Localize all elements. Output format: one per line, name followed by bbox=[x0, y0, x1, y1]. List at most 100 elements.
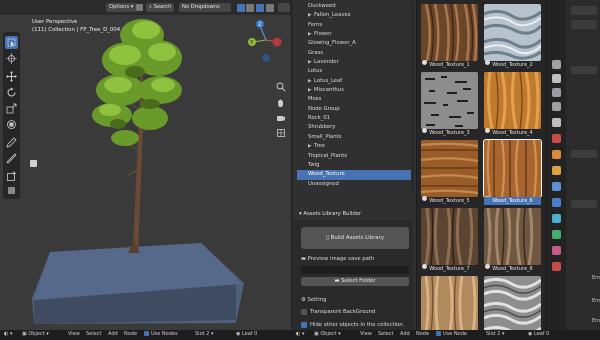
properties-search-field[interactable] bbox=[571, 6, 597, 15]
node-menu[interactable]: Node bbox=[416, 330, 429, 338]
checkbox-unchecked[interactable] bbox=[301, 308, 307, 315]
list-item[interactable]: Twig bbox=[297, 161, 414, 170]
thumbnail-wood-texture-2[interactable]: Wood_Texture_2 bbox=[482, 2, 542, 68]
settings-icon[interactable] bbox=[266, 4, 274, 12]
list-item[interactable]: Tropical_Plants bbox=[297, 152, 414, 161]
build-assets-library-button[interactable]: ▯ Build Assets Library bbox=[301, 227, 409, 249]
scene-tab-icon[interactable] bbox=[552, 118, 561, 127]
list-item[interactable]: ▶ Tree bbox=[297, 142, 414, 151]
select-menu[interactable]: Select bbox=[378, 330, 393, 338]
expand-arrow-icon[interactable]: ▶ bbox=[308, 86, 312, 95]
slot-dropdown[interactable]: Slot 2 ▾ bbox=[486, 330, 504, 338]
view-layer-tab-icon[interactable] bbox=[552, 102, 561, 111]
checkbox-checked[interactable] bbox=[436, 331, 441, 336]
thumbnail-wood-texture-7[interactable]: Wood_Texture_7 bbox=[419, 206, 479, 272]
list-item[interactable]: ▶ Miscanthus bbox=[297, 86, 414, 95]
material-tab-icon[interactable] bbox=[552, 246, 561, 255]
thumbnail-wood-texture-6[interactable]: Wood_Texture_6 bbox=[482, 138, 542, 205]
thumbnail-wood-texture-5[interactable]: Wood_Texture_5 bbox=[419, 138, 479, 204]
properties-field[interactable] bbox=[571, 20, 597, 29]
expand-arrow-icon[interactable]: ▶ bbox=[308, 77, 312, 86]
zoom-icon[interactable] bbox=[276, 82, 286, 92]
select-menu[interactable]: Select bbox=[86, 330, 101, 338]
thumbnail-wood-texture-3[interactable]: Wood_Texture_3 bbox=[419, 70, 479, 136]
list-item[interactable]: Moss bbox=[297, 95, 414, 104]
use-nodes-toggle[interactable]: Use Nodes bbox=[144, 330, 178, 338]
preview-path-field[interactable] bbox=[301, 266, 409, 274]
extra-tool[interactable] bbox=[5, 184, 18, 197]
camera-icon[interactable] bbox=[276, 113, 286, 123]
properties-field[interactable] bbox=[571, 200, 597, 208]
properties-field[interactable] bbox=[571, 150, 597, 158]
slot-dropdown[interactable]: Slot 2 ▾ bbox=[195, 330, 213, 338]
object-tab-icon[interactable] bbox=[552, 150, 561, 159]
list-item[interactable]: Rock_01 bbox=[297, 114, 414, 123]
physics-tab-icon[interactable] bbox=[552, 198, 561, 207]
thumbnail-wood-texture-1[interactable]: Wood_Texture_1 bbox=[419, 2, 479, 68]
leaf-selector[interactable]: ◉ Leaf 0 bbox=[528, 330, 549, 338]
scale-tool[interactable] bbox=[5, 102, 18, 115]
list-item-selected[interactable]: Wood_Texture bbox=[297, 170, 414, 180]
output-tab-icon[interactable] bbox=[552, 88, 561, 97]
expand-arrow-icon[interactable]: ▶ bbox=[308, 11, 312, 20]
expand-arrow-icon[interactable]: ▶ bbox=[308, 142, 312, 151]
data-tab-icon[interactable] bbox=[552, 230, 561, 239]
pan-hand-icon[interactable] bbox=[276, 98, 286, 108]
list-item[interactable]: ▶ Flower bbox=[297, 30, 414, 39]
particles-tab-icon[interactable] bbox=[552, 182, 561, 191]
render-tab-icon[interactable] bbox=[552, 74, 561, 83]
object-mode-dropdown[interactable]: ▣ Object ▾ bbox=[314, 330, 341, 338]
square-icon[interactable] bbox=[136, 4, 143, 11]
properties-field[interactable] bbox=[571, 66, 597, 74]
use-nodes-toggle[interactable]: Use Node bbox=[436, 330, 467, 338]
list-item[interactable]: Glowing_Flower_A bbox=[297, 39, 414, 48]
list-item[interactable]: Duckweed bbox=[297, 2, 414, 11]
select-box-tool[interactable] bbox=[5, 36, 18, 49]
thumbnail-wood-texture-8[interactable]: Wood_Texture_8 bbox=[482, 206, 542, 272]
options-dropdown[interactable]: Options ▾ bbox=[106, 3, 137, 12]
list-item[interactable]: Node Group bbox=[297, 105, 414, 114]
3d-viewport[interactable]: Options ▾ ⌕ Search No Dropdowns User Per… bbox=[0, 0, 291, 330]
annotate-tool[interactable] bbox=[5, 136, 18, 149]
world-tab-icon[interactable] bbox=[552, 134, 561, 143]
add-menu[interactable]: Add bbox=[108, 330, 118, 338]
texture-tab-icon[interactable] bbox=[552, 262, 561, 271]
select-folder-button[interactable]: ▬ Select Folder bbox=[301, 277, 409, 286]
list-item[interactable]: Shrubbery bbox=[297, 123, 414, 132]
leaf-selector[interactable]: ◉ Leaf 0 bbox=[236, 330, 257, 338]
editor-type-icon[interactable]: ◐ ▾ bbox=[4, 330, 12, 338]
checkbox-checked[interactable] bbox=[144, 331, 149, 336]
navigation-gizmo[interactable]: Z Y bbox=[244, 18, 288, 68]
expand-arrow-icon[interactable]: ▶ bbox=[308, 30, 312, 39]
grid-view-icon[interactable] bbox=[246, 4, 254, 12]
dropdowns-selector[interactable]: No Dropdowns bbox=[179, 3, 231, 12]
panel-header[interactable]: ▾ Assets Library Builder bbox=[293, 209, 413, 220]
list-item[interactable]: Ferns bbox=[297, 21, 414, 30]
hide-objects-checkbox[interactable]: Hide other objects in the collection. bbox=[301, 321, 404, 329]
editor-type-icon[interactable]: ◐ ▾ bbox=[296, 330, 304, 338]
list-item[interactable]: Unassigned bbox=[297, 180, 414, 189]
search-button[interactable]: ⌕ Search bbox=[146, 3, 175, 12]
view-menu-button[interactable] bbox=[278, 3, 290, 12]
list-scrollbar[interactable] bbox=[411, 2, 414, 192]
list-item[interactable]: ▶ Fallen_Leaves bbox=[297, 11, 414, 20]
list-item[interactable]: Small_Plants bbox=[297, 133, 414, 142]
add-cube-tool[interactable] bbox=[5, 170, 18, 183]
tool-tab-icon[interactable] bbox=[552, 60, 561, 69]
expand-arrow-icon[interactable]: ▶ bbox=[308, 58, 312, 67]
add-menu[interactable]: Add bbox=[400, 330, 410, 338]
thumbnail-wood-texture-4[interactable]: Wood_Texture_4 bbox=[482, 70, 542, 136]
list-item[interactable]: ▶ Lavender bbox=[297, 58, 414, 67]
transform-tool[interactable] bbox=[5, 118, 18, 131]
view-menu[interactable]: View bbox=[360, 330, 372, 338]
cursor-tool[interactable] bbox=[5, 52, 18, 65]
constraints-tab-icon[interactable] bbox=[552, 214, 561, 223]
checkbox-checked[interactable] bbox=[301, 321, 307, 328]
node-menu[interactable]: Node bbox=[124, 330, 137, 338]
object-mode-dropdown[interactable]: ▣ Object ▾ bbox=[22, 330, 49, 338]
list-item[interactable]: Grass bbox=[297, 49, 414, 58]
list-item[interactable]: ▶ Lotus_Leaf bbox=[297, 77, 414, 86]
list-item[interactable]: Lotus bbox=[297, 67, 414, 76]
move-tool[interactable] bbox=[5, 70, 18, 83]
grid-view-toggle-icon[interactable] bbox=[276, 128, 286, 138]
